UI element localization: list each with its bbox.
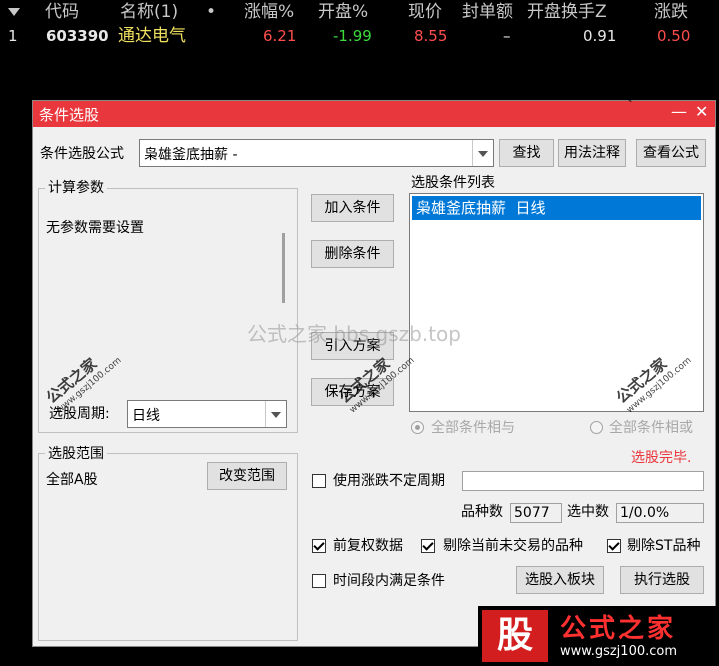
params-group: 计算参数 无参数需要设置 选股周期: 日线 <box>38 179 298 433</box>
save-plan-button[interactable]: 保存方案 <box>311 378 394 406</box>
quote-header-row: 代码 名称(1) • 涨幅% 开盘% 现价 封单额 开盘换手Z 涨跌 <box>0 0 719 24</box>
col-name[interactable]: 名称(1) <box>120 0 178 24</box>
row-code: 603390 <box>46 27 109 45</box>
chevron-down-icon[interactable] <box>472 140 493 166</box>
row-name: 通达电气 <box>118 26 186 46</box>
execute-button[interactable]: 执行选股 <box>620 566 704 594</box>
period-input[interactable] <box>462 471 704 491</box>
row-change-pct: 6.21 <box>263 27 297 45</box>
radio-and[interactable] <box>411 421 424 434</box>
delete-condition-button[interactable]: 删除条件 <box>311 240 394 268</box>
close-icon[interactable]: ✕ <box>695 102 708 121</box>
count-value: 5077 <box>510 503 562 523</box>
params-scrollbar[interactable] <box>282 233 285 303</box>
formula-label: 条件选股公式 <box>40 146 124 162</box>
dialog-title: 条件选股 <box>39 106 100 124</box>
radio-or-label[interactable]: 全部条件相或 <box>609 418 693 438</box>
col-change-pct[interactable]: 涨幅% <box>244 0 294 24</box>
banner-url: www.gszj100.com <box>560 644 678 659</box>
condition-stock-picker-dialog: 条件选股 — ✕ 条件选股公式 枭雄釜底抽薪 - 查找 用法注释 查看公式 计算… <box>32 100 716 647</box>
banner-logo: 股 <box>482 610 548 662</box>
row-index: 1 <box>8 27 18 45</box>
period-label: 选股周期: <box>49 406 110 422</box>
col-dot[interactable]: • <box>206 0 216 24</box>
view-formula-button[interactable]: 查看公式 <box>636 139 706 167</box>
exclude-untraded-label[interactable]: 剔除当前未交易的品种 <box>443 536 583 556</box>
usage-notes-button[interactable]: 用法注释 <box>558 139 626 167</box>
col-open-turnover[interactable]: 开盘换手Z <box>527 0 607 24</box>
range-group: 选股范围 全部A股 改变范围 <box>38 445 298 641</box>
list-item[interactable]: 枭雄釜底抽薪 日线 <box>412 196 701 220</box>
dialog-titlebar[interactable]: 条件选股 — ✕ <box>33 101 715 127</box>
site-banner: 股 公式之家 www.gszj100.com <box>478 606 719 666</box>
selected-label: 选中数 <box>567 504 609 520</box>
formula-value: 枭雄釜底抽薪 - <box>144 147 238 163</box>
exclude-st-label[interactable]: 剔除ST品种 <box>627 536 700 556</box>
col-code[interactable]: 代码 <box>45 0 79 24</box>
col-seal-amount[interactable]: 封单额 <box>462 0 513 24</box>
use-period-checkbox[interactable] <box>312 474 326 488</box>
formula-combobox[interactable]: 枭雄釜底抽薪 - <box>139 139 494 167</box>
exclude-st-checkbox[interactable] <box>607 539 621 553</box>
row-open-turnover: 0.91 <box>583 27 617 45</box>
fq-label[interactable]: 前复权数据 <box>333 536 403 556</box>
radio-and-label[interactable]: 全部条件相与 <box>431 418 515 438</box>
fq-checkbox[interactable] <box>312 539 326 553</box>
period-combobox[interactable]: 日线 <box>127 400 287 428</box>
time-condition-label[interactable]: 时间段内满足条件 <box>333 571 445 591</box>
period-value: 日线 <box>132 408 160 424</box>
find-button[interactable]: 查找 <box>499 139 554 167</box>
col-open-pct[interactable]: 开盘% <box>318 0 368 24</box>
add-condition-button[interactable]: 加入条件 <box>311 194 394 222</box>
params-text: 无参数需要设置 <box>46 220 144 236</box>
use-period-label[interactable]: 使用涨跌不定周期 <box>333 471 445 491</box>
chevron-down-icon[interactable] <box>265 401 286 427</box>
row-seal-amount: – <box>503 27 511 45</box>
condition-list[interactable]: 枭雄釜底抽薪 日线 <box>409 193 704 412</box>
radio-or[interactable] <box>590 421 603 434</box>
row-change: 0.50 <box>657 27 691 45</box>
time-condition-checkbox[interactable] <box>312 574 326 588</box>
row-open-pct: -1.99 <box>333 27 372 45</box>
quote-table: 代码 名称(1) • 涨幅% 开盘% 现价 封单额 开盘换手Z 涨跌 1 603… <box>0 0 719 100</box>
row-price: 8.55 <box>414 27 448 45</box>
col-price[interactable]: 现价 <box>408 0 442 24</box>
range-value: 全部A股 <box>46 472 98 488</box>
status-text: 选股完毕. <box>631 450 692 466</box>
sort-dropdown-icon[interactable] <box>8 8 20 16</box>
minimize-icon[interactable]: — <box>671 102 687 121</box>
quote-row[interactable]: 1 603390 通达电气 6.21 -1.99 8.55 – 0.91 0.5… <box>0 24 719 48</box>
condition-list-label: 选股条件列表 <box>411 175 495 191</box>
change-range-button[interactable]: 改变范围 <box>207 462 287 490</box>
params-group-label: 计算参数 <box>45 179 107 197</box>
selected-value: 1/0.0% <box>616 503 704 523</box>
banner-title: 公式之家 <box>560 614 677 644</box>
range-group-label: 选股范围 <box>45 445 107 463</box>
col-change[interactable]: 涨跌 <box>654 0 688 24</box>
exclude-untraded-checkbox[interactable] <box>421 539 435 553</box>
count-label: 品种数 <box>461 504 503 520</box>
import-plan-button[interactable]: 引入方案 <box>311 332 394 360</box>
to-block-button[interactable]: 选股入板块 <box>516 566 604 594</box>
